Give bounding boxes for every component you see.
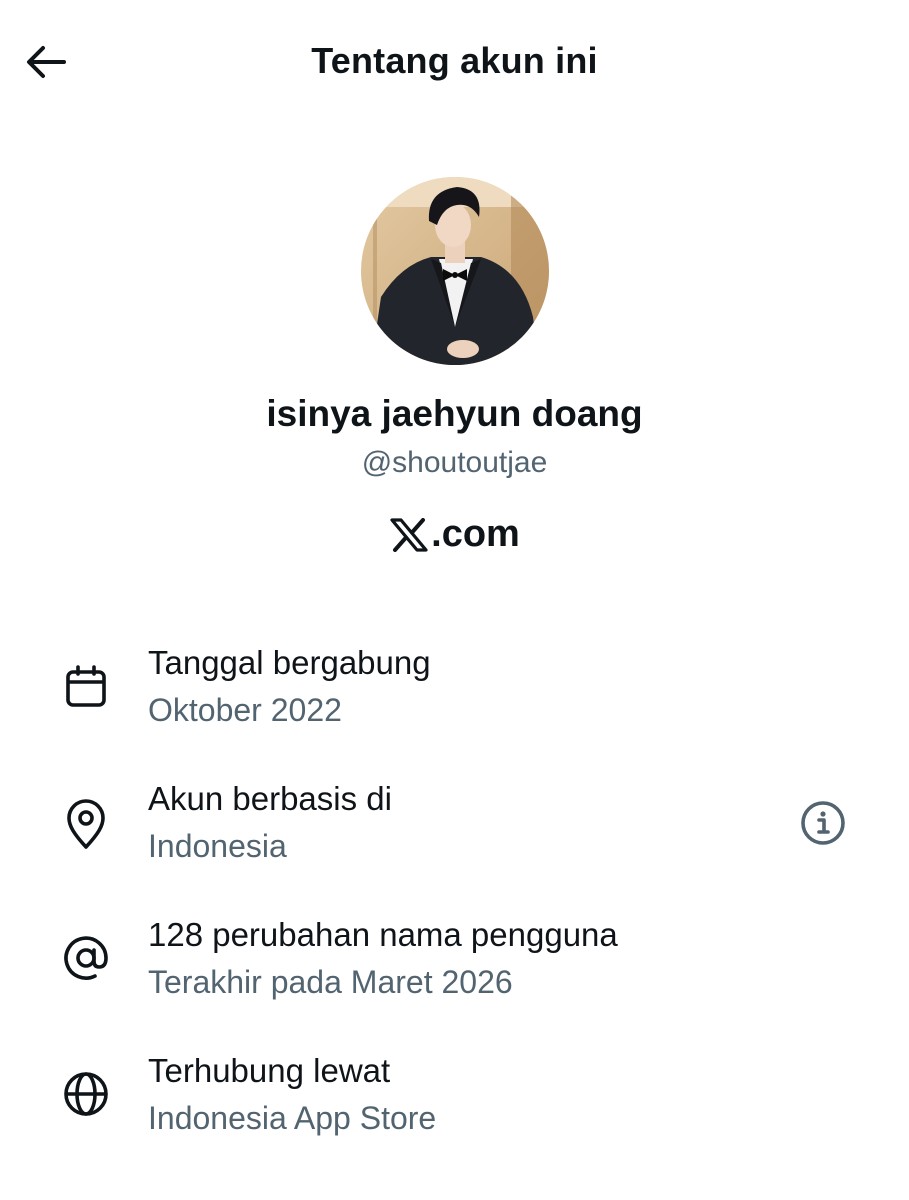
detail-title: Akun berbasis di (148, 780, 392, 817)
detail-value: Indonesia App Store (148, 1100, 437, 1136)
detail-title: Tanggal bergabung (148, 644, 431, 681)
detail-row-connected-via: Terhubung lewat Indonesia App Store (0, 1048, 909, 1148)
detail-row-location: Akun berbasis di Indonesia (0, 776, 909, 876)
info-icon (801, 801, 845, 845)
detail-value: Oktober 2022 (148, 692, 342, 728)
x-logo-icon (390, 517, 428, 552)
username-handle: @shoutoutjae (361, 446, 548, 479)
profile-photo (361, 177, 549, 365)
globe-icon (60, 1068, 112, 1120)
detail-title: 128 perubahan nama pengguna (148, 916, 618, 953)
avatar[interactable] (361, 177, 549, 365)
platform-label: .com (0, 513, 909, 556)
display-name: isinya jaehyun doang (266, 393, 643, 434)
location-pin-icon (60, 798, 112, 850)
calendar-icon (60, 660, 112, 712)
top-bar: Tentang akun ini (0, 0, 909, 125)
detail-row-joined: Tanggal bergabung Oktober 2022 (0, 640, 909, 740)
info-button[interactable] (796, 796, 850, 850)
detail-value: Indonesia (148, 828, 287, 864)
page-title: Tentang akun ini (311, 40, 598, 81)
detail-row-username-changes: 128 perubahan nama pengguna Terakhir pad… (0, 912, 909, 1012)
detail-value: Terakhir pada Maret 2026 (148, 964, 513, 1000)
at-sign-icon (60, 932, 112, 984)
platform-domain-text: .com (431, 513, 520, 555)
detail-title: Terhubung lewat (148, 1052, 391, 1089)
